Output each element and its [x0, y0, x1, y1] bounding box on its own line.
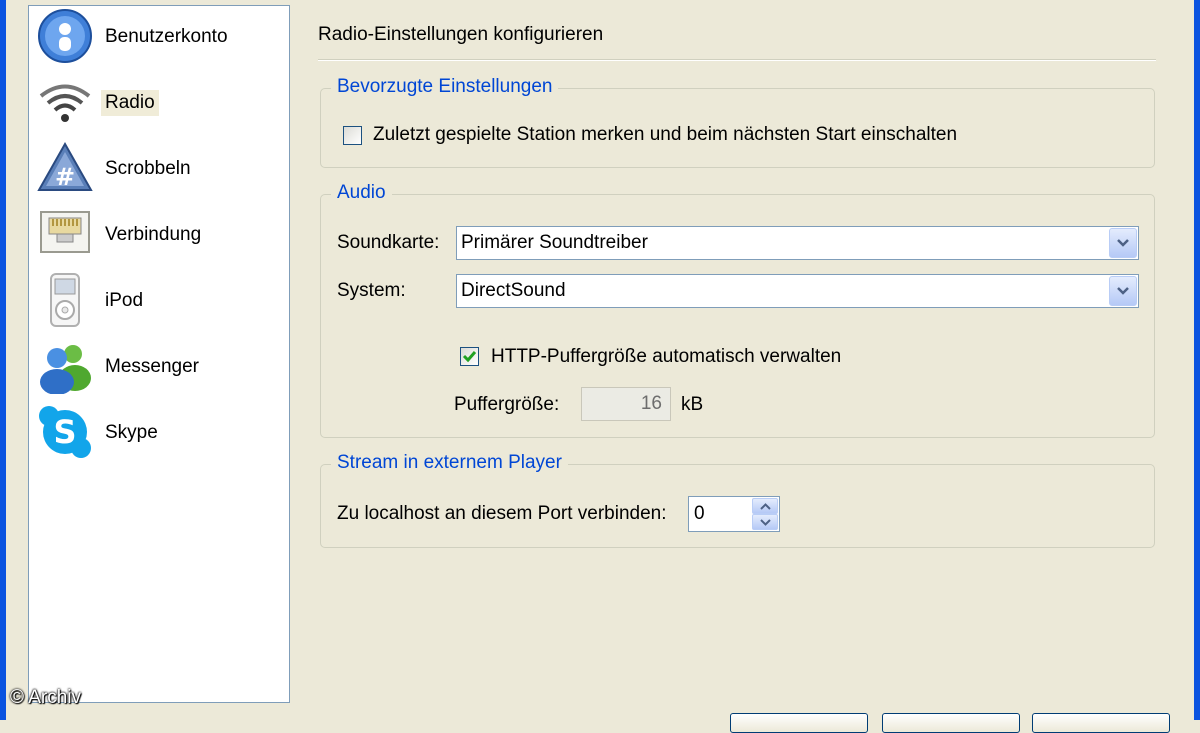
sidebar-item-label: Benutzerkonto: [105, 26, 228, 47]
sidebar-item-label: Verbindung: [105, 224, 202, 245]
chevron-down-icon: [1117, 239, 1129, 247]
soundcard-value: Primärer Soundtreiber: [461, 232, 648, 253]
sidebar-item-radio[interactable]: Radio: [35, 74, 283, 132]
dialog-button-3[interactable]: [1032, 713, 1170, 733]
copyright-watermark: © Archiv: [10, 687, 82, 708]
svg-text:#: #: [55, 163, 75, 191]
soundcard-dropdown-button[interactable]: [1109, 228, 1137, 258]
window-border-left: [0, 0, 6, 720]
soundcard-dropdown[interactable]: Primärer Soundtreiber: [456, 226, 1139, 260]
sidebar-item-label: Radio: [101, 90, 159, 116]
port-spinbox[interactable]: 0: [688, 496, 780, 532]
scrobble-hash-icon: #: [37, 141, 93, 191]
chevron-down-icon: [760, 519, 771, 526]
buffer-size-label: Puffergröße:: [454, 394, 560, 415]
buffer-size-value: 16: [640, 393, 662, 414]
sidebar-item-verbindung[interactable]: Verbindung: [35, 206, 283, 264]
sidebar-item-label: Scrobbeln: [105, 158, 191, 179]
window-border-right: [1194, 0, 1200, 720]
sidebar-item-benutzerkonto[interactable]: Benutzerkonto: [35, 8, 283, 66]
wifi-signal-icon: [39, 84, 91, 122]
external-stream-group: Stream in externem Player Zu localhost a…: [320, 451, 1155, 548]
chevron-down-icon: [1117, 287, 1129, 295]
page-title: Radio-Einstellungen konfigurieren: [318, 24, 604, 45]
http-buffer-auto-checkbox[interactable]: [460, 347, 479, 366]
system-dropdown-button[interactable]: [1109, 276, 1137, 306]
messenger-users-icon: [40, 345, 91, 394]
title-divider: [318, 59, 1156, 61]
system-label: System:: [337, 280, 406, 301]
buffer-size-input[interactable]: 16: [581, 387, 671, 421]
buffer-size-unit: kB: [681, 394, 704, 415]
port-label: Zu localhost an diesem Port verbinden:: [337, 503, 667, 524]
skype-icon: S: [39, 406, 91, 458]
preferred-settings-group: Bevorzugte Einstellungen Zuletzt gespiel…: [320, 75, 1155, 168]
group-legend: Stream in externem Player: [331, 451, 568, 475]
dialog-button-1[interactable]: [730, 713, 868, 733]
soundcard-label: Soundkarte:: [337, 232, 440, 253]
ipod-icon: [50, 273, 80, 327]
settings-category-list[interactable]: Benutzerkonto Radio # Scrobbeln Verbindu…: [28, 5, 290, 703]
system-value: DirectSound: [461, 280, 566, 301]
user-account-icon: [38, 9, 92, 63]
http-buffer-auto-label[interactable]: HTTP-Puffergröße automatisch verwalten: [491, 345, 841, 369]
port-value: 0: [694, 503, 705, 524]
dialog-button-2[interactable]: [882, 713, 1020, 733]
sidebar-item-ipod[interactable]: iPod: [35, 272, 283, 330]
port-decrement-button[interactable]: [752, 514, 778, 530]
remember-station-label[interactable]: Zuletzt gespielte Station merken und bei…: [373, 123, 957, 147]
group-legend: Audio: [331, 181, 392, 205]
port-increment-button[interactable]: [752, 498, 778, 514]
group-legend: Bevorzugte Einstellungen: [331, 75, 559, 99]
sidebar-item-skype[interactable]: S Skype: [35, 404, 283, 462]
svg-text:S: S: [53, 413, 76, 451]
system-dropdown[interactable]: DirectSound: [456, 274, 1139, 308]
audio-group: Audio Soundkarte: Primärer Soundtreiber …: [320, 181, 1155, 438]
chevron-up-icon: [760, 503, 771, 510]
checkmark-icon: [462, 351, 477, 363]
remember-station-checkbox[interactable]: [343, 126, 362, 145]
sidebar-item-messenger[interactable]: Messenger: [35, 338, 283, 396]
sidebar-item-label: Messenger: [105, 356, 199, 377]
sidebar-item-scrobbeln[interactable]: # Scrobbeln: [35, 140, 283, 198]
network-port-icon: [40, 211, 90, 253]
sidebar-item-label: Skype: [105, 422, 158, 443]
sidebar-item-label: iPod: [105, 290, 144, 311]
